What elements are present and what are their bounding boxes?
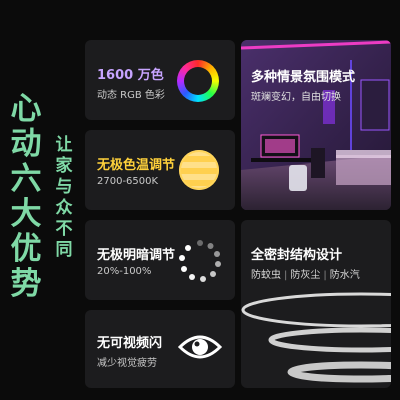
tag-separator: | <box>323 270 327 281</box>
hero-char: 六 <box>10 161 42 197</box>
hero-char: 势 <box>10 266 42 302</box>
hero-char: 优 <box>10 231 42 267</box>
temp-card-subtitle: 2700-6500K <box>97 176 159 187</box>
scene-title: 多种情景氛围模式 <box>251 70 356 85</box>
hero-sub-char: 不 <box>55 219 73 239</box>
hero-sub-char: 同 <box>55 240 73 260</box>
flicker-card: 无可视频闪 减少视觉疲劳 <box>85 310 235 388</box>
hero-char: 动 <box>10 126 42 162</box>
flicker-card-title: 无可视频闪 <box>97 336 163 351</box>
color-card-title: 1600 万色 <box>97 68 164 83</box>
seal-title: 全密封结构设计 <box>251 248 343 263</box>
seal-tag: 防水汽 <box>329 270 360 281</box>
hero-sub-char: 家 <box>55 156 73 176</box>
rgb-wheel-icon <box>177 60 219 102</box>
eye-icon <box>177 335 223 359</box>
brightness-card-title: 无极明暗调节 <box>97 248 176 263</box>
scene-subtitle: 斑斓变幻，自由切换 <box>251 92 341 103</box>
brightness-card-subtitle: 20%-100% <box>97 266 152 277</box>
hero-subtitle: 让 家 与 众 不 同 <box>53 135 75 261</box>
seal-card: 全密封结构设计 防蚊虫 | 防灰尘 | 防水汽 <box>241 220 391 388</box>
color-card-subtitle: 动态 RGB 色彩 <box>97 90 165 101</box>
seal-tags: 防蚊虫 | 防灰尘 | 防水汽 <box>251 266 360 281</box>
hero-char: 心 <box>10 91 42 127</box>
color-card: 1600 万色 动态 RGB 色彩 <box>85 40 235 120</box>
temp-card-title: 无极色温调节 <box>97 158 176 173</box>
dimmer-icon <box>179 240 221 282</box>
brightness-card: 无极明暗调节 20%-100% <box>85 220 235 300</box>
hero-title: 心 动 六 大 优 势 <box>8 92 44 302</box>
hero-sub-char: 让 <box>55 135 73 155</box>
scene-photo-card: 多种情景氛围模式 斑斓变幻，自由切换 <box>241 40 391 210</box>
temp-card: 无极色温调节 2700-6500K <box>85 130 235 210</box>
flicker-card-subtitle: 减少视觉疲劳 <box>97 358 157 369</box>
tag-separator: | <box>284 270 288 281</box>
hero-char: 大 <box>10 196 42 232</box>
seal-tag: 防蚊虫 <box>251 270 281 281</box>
hero-sub-char: 与 <box>55 177 73 197</box>
hero-sub-char: 众 <box>55 198 73 218</box>
light-strip-illustration <box>241 292 391 383</box>
seal-tag: 防灰尘 <box>290 270 321 281</box>
color-temperature-icon <box>179 150 219 190</box>
